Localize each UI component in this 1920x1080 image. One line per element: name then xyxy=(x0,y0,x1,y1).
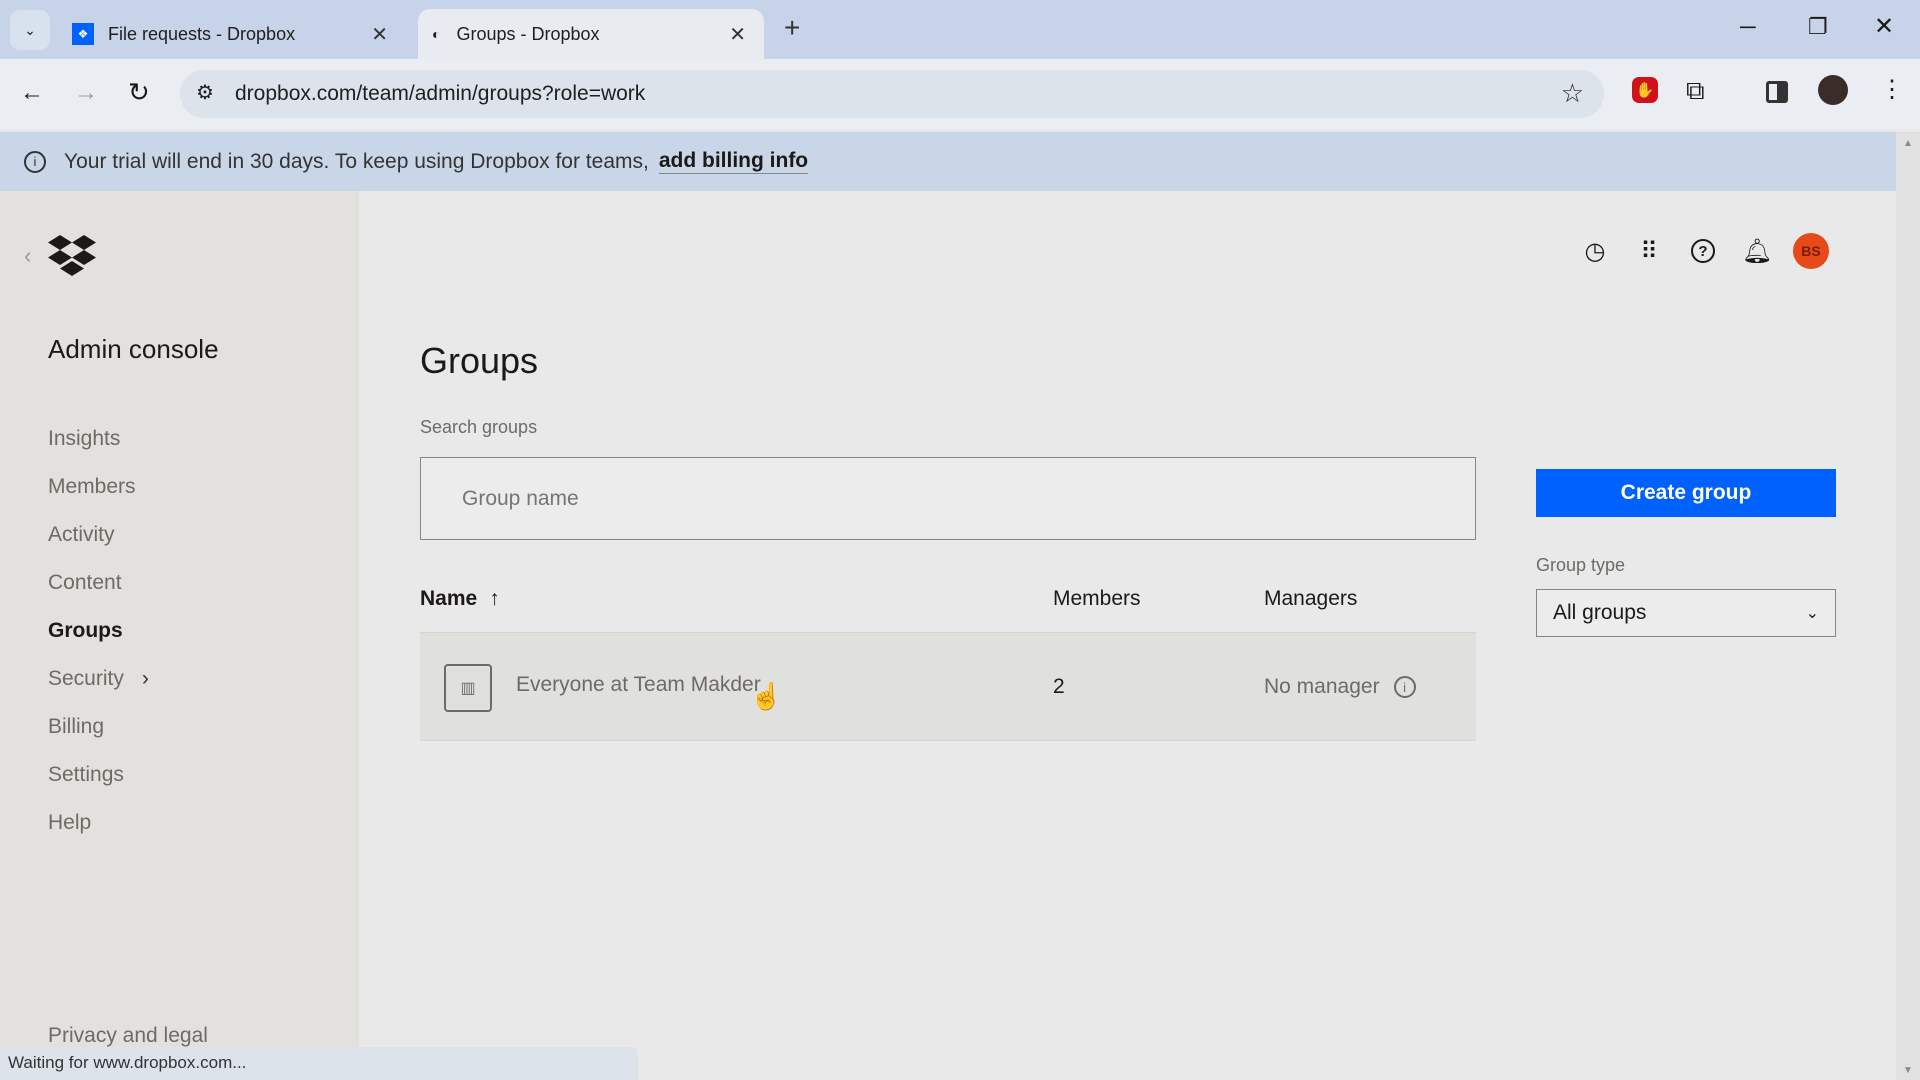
profile-avatar[interactable] xyxy=(1818,75,1848,105)
table-row[interactable]: ▥ Everyone at Team Makder 2 No manager i… xyxy=(420,632,1476,741)
group-name[interactable]: Everyone at Team Makder xyxy=(516,673,761,697)
side-panel-icon[interactable] xyxy=(1766,81,1788,103)
close-tab-icon[interactable]: ✕ xyxy=(729,22,746,47)
close-window-icon[interactable]: ✕ xyxy=(1874,12,1894,41)
scrollbar[interactable]: ▲ ▼ xyxy=(1896,132,1920,1080)
chevron-down-icon: ⌄ xyxy=(1805,605,1819,622)
search-label: Search groups xyxy=(420,417,538,437)
info-icon: i xyxy=(24,150,46,173)
column-label: Name xyxy=(420,587,478,610)
managers-column-header: Managers xyxy=(1264,587,1358,610)
pointer-cursor-icon: ☝ xyxy=(750,681,783,711)
group-members-count: 2 xyxy=(1053,675,1065,698)
banner-text: Your trial will end in 30 days. To keep … xyxy=(64,149,649,173)
app-grid-icon[interactable]: ⠿ xyxy=(1634,236,1664,266)
group-type-label: Group type xyxy=(1536,555,1626,575)
dropbox-favicon-icon: ❖ xyxy=(72,23,94,45)
minimize-icon[interactable]: ─ xyxy=(1740,14,1756,40)
scroll-up-icon[interactable]: ▲ xyxy=(1896,132,1920,149)
site-info-icon[interactable]: ⚙ xyxy=(196,80,214,105)
sidebar-item-label: Security xyxy=(48,667,124,690)
name-column-header[interactable]: Name ↑ xyxy=(420,587,500,611)
reload-icon[interactable]: ↻ xyxy=(128,77,150,108)
tab-strip: ⌄ ❖ File requests - Dropbox ✕ ◐ Groups -… xyxy=(0,0,1920,59)
tab-title: File requests - Dropbox xyxy=(108,23,296,44)
chevron-right-icon: › xyxy=(141,667,149,690)
browser-status-bar: Waiting for www.dropbox.com... xyxy=(0,1047,638,1080)
sidebar-item-content[interactable]: Content xyxy=(48,571,122,595)
tab-title: Groups - Dropbox xyxy=(456,23,600,44)
sidebar-item-insights[interactable]: Insights xyxy=(48,427,120,451)
sort-ascending-icon: ↑ xyxy=(489,587,500,610)
managers-value: No manager xyxy=(1264,675,1380,698)
close-tab-icon[interactable]: ✕ xyxy=(371,22,388,47)
sidebar: ‹ Admin console Insights Members Activit… xyxy=(0,191,359,1080)
bookmark-star-icon[interactable]: ☆ xyxy=(1561,78,1584,109)
sidebar-item-groups[interactable]: Groups xyxy=(48,619,123,643)
dropbox-logo[interactable] xyxy=(48,235,96,277)
back-icon[interactable]: ← xyxy=(20,79,44,107)
group-building-icon: ▥ xyxy=(444,664,492,712)
sidebar-item-members[interactable]: Members xyxy=(48,475,136,499)
page-title: Groups xyxy=(420,340,539,381)
forward-icon[interactable]: → xyxy=(74,79,98,107)
avatar[interactable]: BS xyxy=(1793,233,1829,269)
group-type-select[interactable]: All groups ⌄ xyxy=(1536,589,1836,637)
url-text: dropbox.com/team/admin/groups?role=work xyxy=(235,82,646,105)
restore-icon[interactable]: ❐ xyxy=(1808,14,1828,40)
address-bar[interactable]: ⚙ dropbox.com/team/admin/groups?role=wor… xyxy=(180,70,1604,118)
add-billing-info-link[interactable]: add billing info xyxy=(658,149,809,174)
new-tab-icon[interactable]: + xyxy=(784,12,800,44)
notifications-bell-icon[interactable]: 🔔︎ xyxy=(1742,236,1772,266)
sidebar-item-help[interactable]: Help xyxy=(48,811,91,835)
tab-search-button[interactable]: ⌄ xyxy=(10,10,50,50)
sidebar-item-billing[interactable]: Billing xyxy=(48,715,104,739)
group-managers: No manager i xyxy=(1264,675,1416,699)
collapse-chevron-icon[interactable]: ‹ xyxy=(24,243,31,269)
globe-icon: ◐ xyxy=(432,26,441,42)
members-column-header: Members xyxy=(1053,587,1141,610)
privacy-legal-link[interactable]: Privacy and legal xyxy=(48,1024,208,1048)
extensions-puzzle-icon[interactable]: ⧉ xyxy=(1686,75,1705,107)
sidebar-item-settings[interactable]: Settings xyxy=(48,763,124,787)
trial-banner: i Your trial will end in 30 days. To kee… xyxy=(0,132,1896,191)
scroll-down-icon[interactable]: ▼ xyxy=(1896,1065,1920,1076)
tab-groups[interactable]: ◐ Groups - Dropbox ✕ xyxy=(418,9,764,59)
activity-clock-icon[interactable]: ◷ xyxy=(1580,236,1610,266)
extension-adblock-icon[interactable]: ✋ xyxy=(1632,77,1658,103)
group-type-value: All groups xyxy=(1553,601,1647,624)
sidebar-title: Admin console xyxy=(48,334,219,364)
menu-kebab-icon[interactable]: ⋮ xyxy=(1880,75,1904,104)
tab-file-requests[interactable]: ❖ File requests - Dropbox ✕ xyxy=(66,9,406,59)
help-icon[interactable]: ? xyxy=(1688,236,1718,266)
create-group-button[interactable]: Create group xyxy=(1536,469,1836,517)
search-input[interactable] xyxy=(420,457,1476,540)
sidebar-item-security[interactable]: Security › xyxy=(48,667,149,691)
sidebar-item-activity[interactable]: Activity xyxy=(48,523,115,547)
info-icon[interactable]: i xyxy=(1393,676,1416,698)
